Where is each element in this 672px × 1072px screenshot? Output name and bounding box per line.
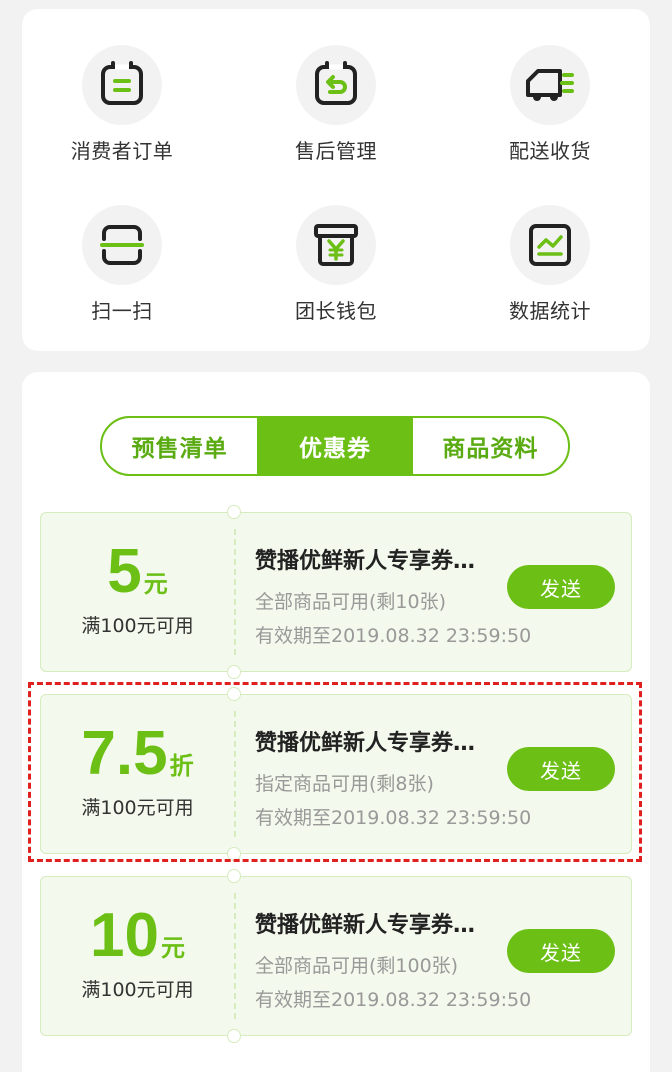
coupon-value-box: 7.5折 满100元可用 [41,695,234,853]
coupon-value-box: 5元 满100元可用 [41,513,234,671]
coupon-validity: 有效期至2019.08.32 23:59:50 [255,625,532,647]
coupon-value: 10 [90,901,159,970]
shortcut-label: 团长钱包 [295,299,377,323]
shortcut-label: 消费者订单 [70,139,174,163]
coupon-scope: 指定商品可用(剩8张) [255,773,434,795]
coupon-item: 5元 满100元可用 赞播优鲜新人专享券… 全部商品可用(剩10张) 有效期至2… [40,505,632,679]
order-list-icon [82,45,162,125]
shortcut-data-stats[interactable]: 数据统计 [450,205,650,324]
coupon-condition: 满100元可用 [81,615,194,637]
coupon-validity: 有效期至2019.08.32 23:59:50 [255,807,532,829]
coupon-scope: 全部商品可用(剩100张) [255,955,459,977]
coupon-condition: 满100元可用 [81,979,194,1001]
tab-coupons[interactable]: 优惠券 [257,418,413,474]
shortcut-delivery-receipt[interactable]: 配送收货 [450,45,650,164]
shortcut-after-sales[interactable]: 售后管理 [236,45,436,164]
shortcut-label: 配送收货 [509,139,591,163]
shortcut-leader-wallet[interactable]: 团长钱包 [236,205,436,324]
coupon-value-box: 10元 满100元可用 [41,877,234,1035]
coupon-unit: 元 [143,571,168,598]
shortcut-scan[interactable]: 扫一扫 [22,205,222,324]
segment-tabs: 预售清单 优惠券 商品资料 [100,416,570,476]
coupon-panel: 预售清单 优惠券 商品资料 5元 满100元可用 赞播优鲜新人专享券… 全部商品… [22,372,650,1072]
coupon-unit: 折 [169,753,194,780]
coupon-value: 5 [107,537,142,606]
shortcut-consumer-orders[interactable]: 消费者订单 [22,45,222,164]
coupon-item: 7.5折 满100元可用 赞播优鲜新人专享券… 指定商品可用(剩8张) 有效期至… [40,687,632,861]
send-button[interactable]: 发送 [507,929,615,973]
coupon-item: 10元 满100元可用 赞播优鲜新人专享券… 全部商品可用(剩100张) 有效期… [40,869,632,1043]
return-icon [296,45,376,125]
send-button[interactable]: 发送 [507,565,615,609]
coupon-condition: 满100元可用 [81,797,194,819]
coupon-title: 赞播优鲜新人专享券… [255,913,476,938]
tab-product-info[interactable]: 商品资料 [413,418,568,474]
send-button[interactable]: 发送 [507,747,615,791]
coupon-title: 赞播优鲜新人专享券… [255,731,476,756]
wallet-yen-icon [296,205,376,285]
tab-presale-list[interactable]: 预售清单 [102,418,257,474]
stats-chart-icon [510,205,590,285]
delivery-truck-icon [510,45,590,125]
coupon-unit: 元 [160,935,185,962]
shortcut-label: 数据统计 [509,299,591,323]
shortcut-label: 扫一扫 [91,299,153,323]
coupon-title: 赞播优鲜新人专享券… [255,549,476,574]
coupon-value: 7.5 [81,719,168,788]
coupon-scope: 全部商品可用(剩10张) [255,591,447,613]
scan-icon [82,205,162,285]
shortcut-panel: 消费者订单 售后管理 配送收货 扫一扫 团长钱包 数据统计 [22,9,650,351]
coupon-validity: 有效期至2019.08.32 23:59:50 [255,989,532,1011]
shortcut-label: 售后管理 [295,139,377,163]
